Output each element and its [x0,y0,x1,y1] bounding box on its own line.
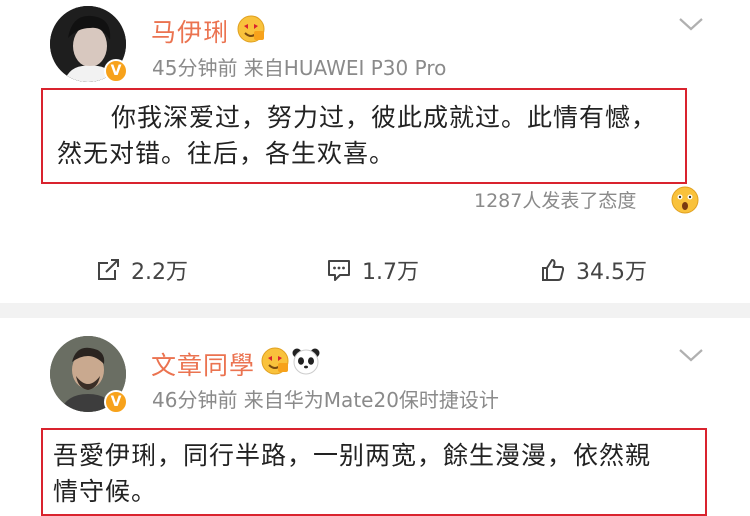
post-meta: 46分钟前 来自华为Mate20保时捷设计 [152,388,499,412]
like-button[interactable]: 34.5万 [540,254,647,286]
weibo-post-2: V 文章同學 46分钟前 来自华为Mate20保时捷设计 吾愛伊琍，同行半路，一… [0,318,750,516]
member-emoji-icon [237,15,265,43]
username[interactable]: 文章同學 [151,346,255,382]
post-text-line: 然无对错。往后，各生欢喜。 [57,139,396,168]
comment-button[interactable]: 1.7万 [326,254,419,286]
comment-count: 1.7万 [362,260,419,285]
username[interactable]: 马伊琍 [151,13,229,49]
like-icon [542,259,565,281]
chevron-down-icon[interactable] [678,347,704,363]
repost-count: 2.2万 [131,260,188,285]
member-emoji-icon [261,347,289,375]
verified-badge-icon: V [104,390,128,414]
verified-badge-icon: V [104,59,128,83]
post-text-line: 情守候。 [53,477,158,506]
post-text-line: 你我深爱过，努力过，彼此成就过。此情有憾， [111,103,658,132]
like-count: 34.5万 [576,260,647,285]
weibo-post-1: V 马伊琍 45分钟前 来自HUAWEI P30 Pro 你我深爱过，努力过，彼… [0,0,750,303]
panda-icon [292,348,320,375]
reaction-count[interactable]: 1287人发表了态度 [474,186,636,213]
post-text: 你我深爱过，努力过，彼此成就过。此情有憾， 然无对错。往后，各生欢喜。 [41,88,687,184]
post-text: 吾愛伊琍，同行半路，一别两宽，餘生漫漫，依然親 情守候。 [41,428,707,516]
chevron-down-icon[interactable] [678,16,704,32]
surprised-emoji-icon[interactable] [670,185,700,215]
repost-icon [98,259,119,280]
post-divider [0,303,750,318]
repost-button[interactable]: 2.2万 [95,254,188,286]
post-meta: 45分钟前 来自HUAWEI P30 Pro [152,56,447,80]
comment-icon [328,260,350,281]
post-text-line: 吾愛伊琍，同行半路，一别两宽，餘生漫漫，依然親 [53,441,652,470]
